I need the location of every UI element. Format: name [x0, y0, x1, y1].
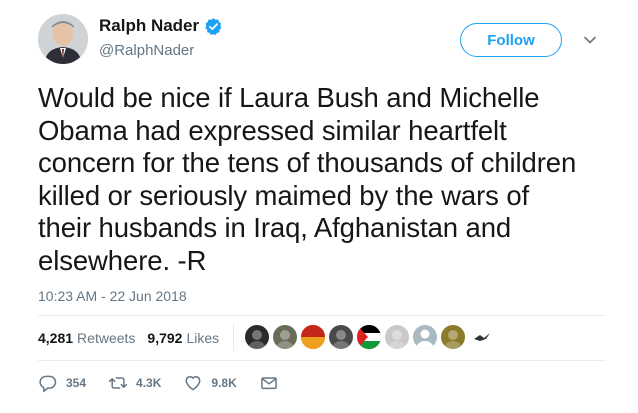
- chevron-down-icon[interactable]: [584, 36, 596, 44]
- tweet-text-line: elsewhere. -R: [38, 244, 207, 276]
- liker-avatar-3[interactable]: [301, 325, 325, 349]
- like-count: 9.8K: [211, 376, 237, 390]
- liker-avatar-7[interactable]: [413, 325, 437, 349]
- profile-photo: [38, 14, 88, 64]
- liker-avatar-2[interactable]: [273, 325, 297, 349]
- retweet-icon: [108, 377, 128, 389]
- divider: [38, 360, 606, 361]
- tweet-timestamp[interactable]: 10:23 AM - 22 Jun 2018: [38, 288, 187, 304]
- tweet-text-line: concern for the tens of thousands of chi…: [38, 147, 577, 178]
- liker-avatar-8[interactable]: [441, 325, 465, 349]
- follow-button[interactable]: Follow: [460, 23, 562, 57]
- heart-icon: [185, 376, 201, 391]
- author-avatar[interactable]: [38, 14, 88, 64]
- reply-button[interactable]: 354: [38, 373, 86, 393]
- tweet-card: Ralph Nader @RalphNader Follow Would be …: [0, 0, 638, 413]
- tweet-text-line: killed or seriously maimed by the wars o…: [38, 179, 530, 211]
- tweet-text: Would be nice if Laura Bush and Michelle…: [38, 82, 608, 277]
- author-display-name[interactable]: Ralph Nader: [99, 16, 199, 36]
- liker-avatars: [245, 325, 497, 349]
- author-handle[interactable]: @RalphNader: [99, 42, 194, 59]
- tweet-text-line: their husbands in Iraq, Afghanistan and: [38, 212, 512, 243]
- retweet-count: 4.3K: [136, 376, 162, 390]
- envelope-icon: [260, 377, 277, 390]
- retweets-label[interactable]: Retweets: [77, 330, 135, 346]
- retweets-count[interactable]: 4,281: [38, 330, 73, 346]
- liker-avatar-6[interactable]: [385, 325, 409, 349]
- like-button[interactable]: 9.8K: [183, 373, 237, 393]
- tweet-stats: 4,281 Retweets 9,792 Likes: [38, 330, 231, 346]
- retweet-button[interactable]: 4.3K: [108, 373, 161, 393]
- likes-count[interactable]: 9,792: [147, 330, 182, 346]
- author-name-row: Ralph Nader: [99, 16, 223, 36]
- reply-icon: [39, 375, 57, 393]
- liker-avatar-1[interactable]: [245, 325, 269, 349]
- liker-avatar-4[interactable]: [329, 325, 353, 349]
- tweet-text-line: Would be nice if Laura Bush and Michelle: [38, 82, 540, 113]
- reply-count: 354: [66, 376, 87, 390]
- stats-separator: [233, 323, 234, 351]
- verified-badge-icon: [205, 17, 222, 35]
- liker-avatar-9[interactable]: [469, 325, 493, 349]
- direct-message-button[interactable]: [259, 373, 279, 393]
- tweet-actions: 354 4.3K 9.8K: [38, 373, 301, 393]
- likes-label[interactable]: Likes: [186, 330, 219, 346]
- divider: [38, 315, 606, 316]
- liker-avatar-5[interactable]: [357, 325, 381, 349]
- tweet-text-line: Obama had expressed similar heartfelt: [38, 114, 507, 146]
